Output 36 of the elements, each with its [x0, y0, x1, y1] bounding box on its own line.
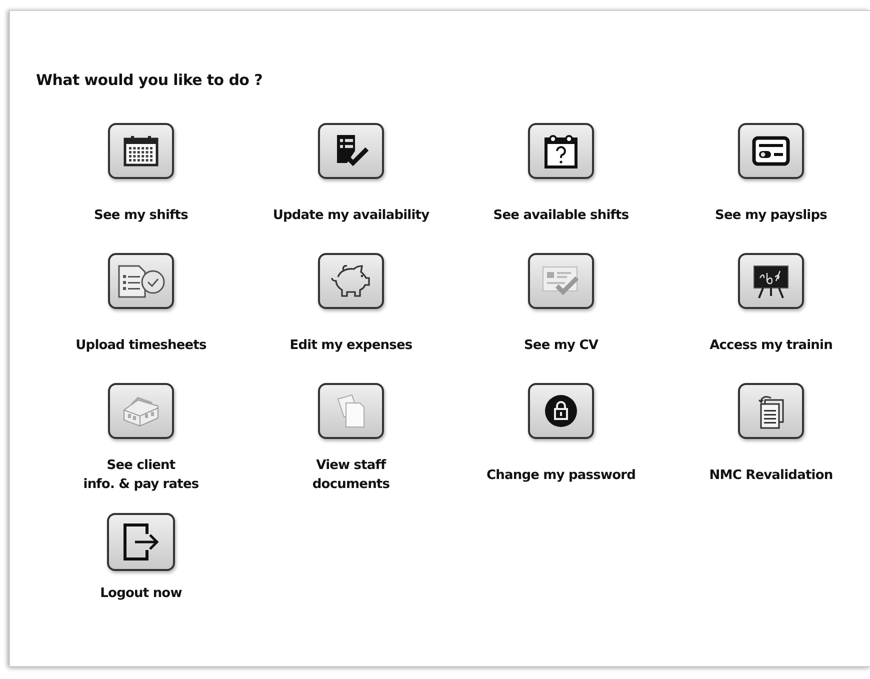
- card-button[interactable]: [738, 123, 804, 179]
- timesheet-clock-icon: [116, 263, 166, 299]
- action-link[interactable]: See my payslips: [715, 187, 827, 245]
- cv-button[interactable]: [528, 253, 594, 309]
- lock-button[interactable]: [528, 383, 594, 439]
- buildings-button[interactable]: [108, 383, 174, 439]
- action-link[interactable]: Access my trainin: [710, 317, 832, 375]
- action-link[interactable]: Logout now: [100, 585, 182, 604]
- cv-check-icon: [541, 264, 581, 298]
- action-link[interactable]: See my CV: [524, 317, 598, 375]
- card-icon: [752, 136, 790, 166]
- action-link[interactable]: Update my availability: [272, 187, 430, 245]
- lock-icon: [543, 393, 579, 429]
- action-link[interactable]: See my shifts: [94, 187, 188, 245]
- action-link[interactable]: See available shifts: [493, 187, 629, 245]
- timesheet-button[interactable]: [108, 253, 174, 309]
- piggy-button[interactable]: [318, 253, 384, 309]
- blackboard-icon: [751, 263, 791, 299]
- checklist-button[interactable]: [318, 123, 384, 179]
- action-link[interactable]: View staff documents: [312, 447, 390, 505]
- blackboard-button[interactable]: [738, 253, 804, 309]
- action-link[interactable]: Change my password: [486, 447, 636, 505]
- action-link[interactable]: NMC Revalidation: [709, 447, 833, 505]
- action-link[interactable]: Upload timesheets: [76, 317, 206, 375]
- calendar-button[interactable]: [108, 123, 174, 179]
- documents-button[interactable]: [318, 383, 384, 439]
- logout-button[interactable]: [107, 513, 175, 571]
- action-link[interactable]: Edit my expenses: [290, 317, 412, 375]
- page-heading: What would you like to do ?: [36, 71, 264, 89]
- question-calendar-button[interactable]: [528, 123, 594, 179]
- stack-button[interactable]: [738, 383, 804, 439]
- piggy-bank-icon: [330, 263, 372, 299]
- logout-icon: [121, 522, 161, 562]
- calendar-question-icon: [543, 133, 579, 169]
- calendar-icon: [123, 135, 159, 167]
- action-link[interactable]: See client info. & pay rates: [83, 447, 199, 505]
